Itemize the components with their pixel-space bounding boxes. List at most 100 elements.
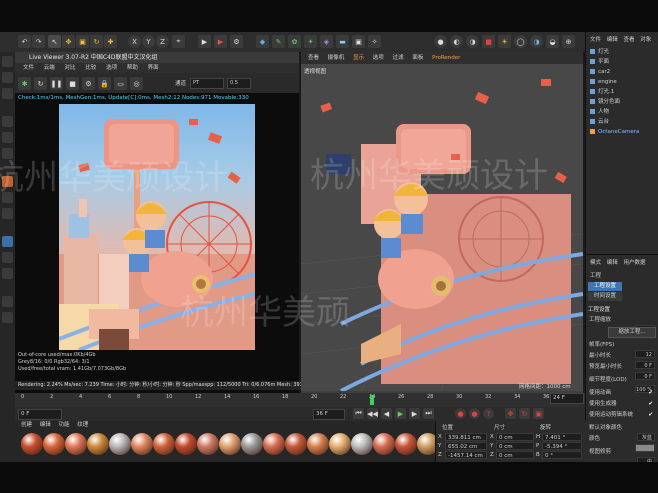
- coord-rotation-field[interactable]: -5.394 °: [542, 442, 582, 450]
- lv-menu-file[interactable]: 文件: [23, 65, 34, 71]
- material-swatch[interactable]: [307, 433, 329, 455]
- go-start-icon[interactable]: ⏮: [353, 408, 364, 419]
- key-rotation-icon[interactable]: ↻: [519, 408, 530, 419]
- lv-pause-icon[interactable]: ❚❚: [50, 77, 63, 90]
- key-position-icon[interactable]: ✥: [505, 408, 516, 419]
- camera-icon[interactable]: ▣: [352, 35, 365, 48]
- redo-icon[interactable]: ↷: [32, 35, 45, 48]
- octane-sphere-icon[interactable]: ●: [434, 35, 447, 48]
- attr-menu-userdata[interactable]: 用户数据: [624, 260, 646, 266]
- edges-mode-icon[interactable]: [2, 132, 13, 143]
- playhead[interactable]: [370, 395, 374, 405]
- cloner-icon[interactable]: ✦: [304, 35, 317, 48]
- tab-time-settings[interactable]: 时间设置: [588, 292, 622, 301]
- octane-render-icon[interactable]: ■: [482, 35, 495, 48]
- material-swatch[interactable]: [263, 433, 285, 455]
- object-row[interactable]: 云台: [590, 118, 658, 127]
- scene-floor-icon[interactable]: ▬: [336, 35, 349, 48]
- material-swatch[interactable]: [197, 433, 219, 455]
- coord-rotation-field[interactable]: 7.401 °: [542, 433, 582, 441]
- paint-icon[interactable]: [2, 268, 13, 279]
- y-axis-icon[interactable]: Y: [142, 35, 155, 48]
- sculpt-icon[interactable]: [2, 252, 13, 263]
- attr-menu-mode[interactable]: 模式: [590, 260, 601, 266]
- lv-send-scene-icon[interactable]: ✱: [18, 77, 31, 90]
- material-swatch[interactable]: [285, 433, 307, 455]
- texture-mode-icon[interactable]: [2, 72, 13, 83]
- material-swatch[interactable]: [395, 433, 417, 455]
- model-mode-icon[interactable]: [2, 56, 13, 67]
- object-row[interactable]: 平面: [590, 58, 658, 67]
- obj-menu-edit[interactable]: 编辑: [607, 37, 618, 43]
- lv-menu-cloud[interactable]: 云端: [44, 65, 55, 71]
- x-axis-icon[interactable]: X: [128, 35, 141, 48]
- add-tool-icon[interactable]: ✚: [104, 35, 117, 48]
- vp-menu-panel[interactable]: 面板: [412, 55, 423, 61]
- layer-icon[interactable]: [2, 296, 13, 307]
- render-picture-icon[interactable]: ▶: [214, 35, 227, 48]
- end-frame-field[interactable]: 36 F: [313, 409, 345, 420]
- move-tool-icon[interactable]: ✥: [62, 35, 75, 48]
- scale-tool-icon[interactable]: ▣: [76, 35, 89, 48]
- points-mode-icon[interactable]: [2, 116, 13, 127]
- octane-hdri-icon[interactable]: ◑: [530, 35, 543, 48]
- lv-stop-icon[interactable]: ■: [66, 77, 79, 90]
- lv-menu-options[interactable]: 选项: [106, 65, 117, 71]
- lv-restart-icon[interactable]: ↻: [34, 77, 47, 90]
- material-swatch[interactable]: [175, 433, 197, 455]
- play-icon[interactable]: ▶: [395, 408, 406, 419]
- material-swatch[interactable]: [351, 433, 373, 455]
- autokey-icon[interactable]: ●: [469, 408, 480, 419]
- material-swatch[interactable]: [109, 433, 131, 455]
- object-row[interactable]: car2: [590, 68, 658, 77]
- obj-menu-view[interactable]: 查看: [624, 37, 635, 43]
- render-settings-icon[interactable]: ⚙: [230, 35, 243, 48]
- object-row[interactable]: 灯光.1: [590, 88, 658, 97]
- render-view-icon[interactable]: ▶: [198, 35, 211, 48]
- cube-icon[interactable]: ◆: [256, 35, 269, 48]
- coord-rotation-field[interactable]: 0 °: [542, 451, 582, 459]
- obj-menu-file[interactable]: 文件: [590, 37, 601, 43]
- keyframe-select-icon[interactable]: ?: [483, 408, 494, 419]
- attr-menu-edit[interactable]: 编辑: [607, 260, 618, 266]
- lv-settings-icon[interactable]: ⚙: [82, 77, 95, 90]
- material-swatch[interactable]: [21, 433, 43, 455]
- material-swatch[interactable]: [373, 433, 395, 455]
- octane-sun-icon[interactable]: ☀: [498, 35, 511, 48]
- key-scale-icon[interactable]: ▣: [533, 408, 544, 419]
- vp-menu-prorender[interactable]: ProRender: [432, 55, 460, 61]
- lv-region-icon[interactable]: ▭: [114, 77, 127, 90]
- coord-size-field[interactable]: 0 cm: [496, 451, 534, 459]
- coord-position-field[interactable]: -1457.14 cm: [445, 451, 487, 459]
- undo-icon[interactable]: ↶: [18, 35, 31, 48]
- lv-focus-icon[interactable]: ◎: [130, 77, 143, 90]
- timeline-ruler[interactable]: 02468101214161820222426283032343638: [15, 393, 585, 407]
- lv-menu-help[interactable]: 帮助: [127, 65, 138, 71]
- record-icon[interactable]: ●: [455, 408, 466, 419]
- vp-menu-filter[interactable]: 过滤: [393, 55, 404, 61]
- lv-menu-compare2[interactable]: 比较: [85, 65, 96, 71]
- octane-light-icon[interactable]: ◯: [514, 35, 527, 48]
- scale-project-button[interactable]: 缩放工程...: [608, 327, 656, 338]
- current-frame-field[interactable]: 0 F: [18, 409, 62, 420]
- material-swatch[interactable]: [219, 433, 241, 455]
- light-icon[interactable]: ✧: [368, 35, 381, 48]
- coord-size-field[interactable]: 0 cm: [496, 442, 534, 450]
- coord-position-field[interactable]: 339.811 cm: [445, 433, 487, 441]
- max-frame-field[interactable]: 24 F: [550, 393, 584, 404]
- prev-frame-icon[interactable]: ◀: [381, 408, 392, 419]
- tab-project-settings[interactable]: 工程设置: [588, 282, 622, 291]
- material-swatch[interactable]: [131, 433, 153, 455]
- vp-menu-camera[interactable]: 摄像机: [328, 55, 345, 61]
- octane-material-icon[interactable]: ◐: [450, 35, 463, 48]
- octane-settings-icon[interactable]: ◒: [546, 35, 559, 48]
- octane-camera-icon[interactable]: ⊕: [562, 35, 575, 48]
- brush-icon[interactable]: [2, 236, 13, 247]
- material-swatch[interactable]: [153, 433, 175, 455]
- obj-menu-object[interactable]: 对象: [640, 37, 651, 43]
- viewport-scene[interactable]: [301, 64, 583, 391]
- coordinate-system-icon[interactable]: ⌖: [172, 35, 185, 48]
- lv-menu-compare[interactable]: 对比: [65, 65, 76, 71]
- grid-icon[interactable]: [2, 312, 13, 323]
- vp-menu-options[interactable]: 选项: [373, 55, 384, 61]
